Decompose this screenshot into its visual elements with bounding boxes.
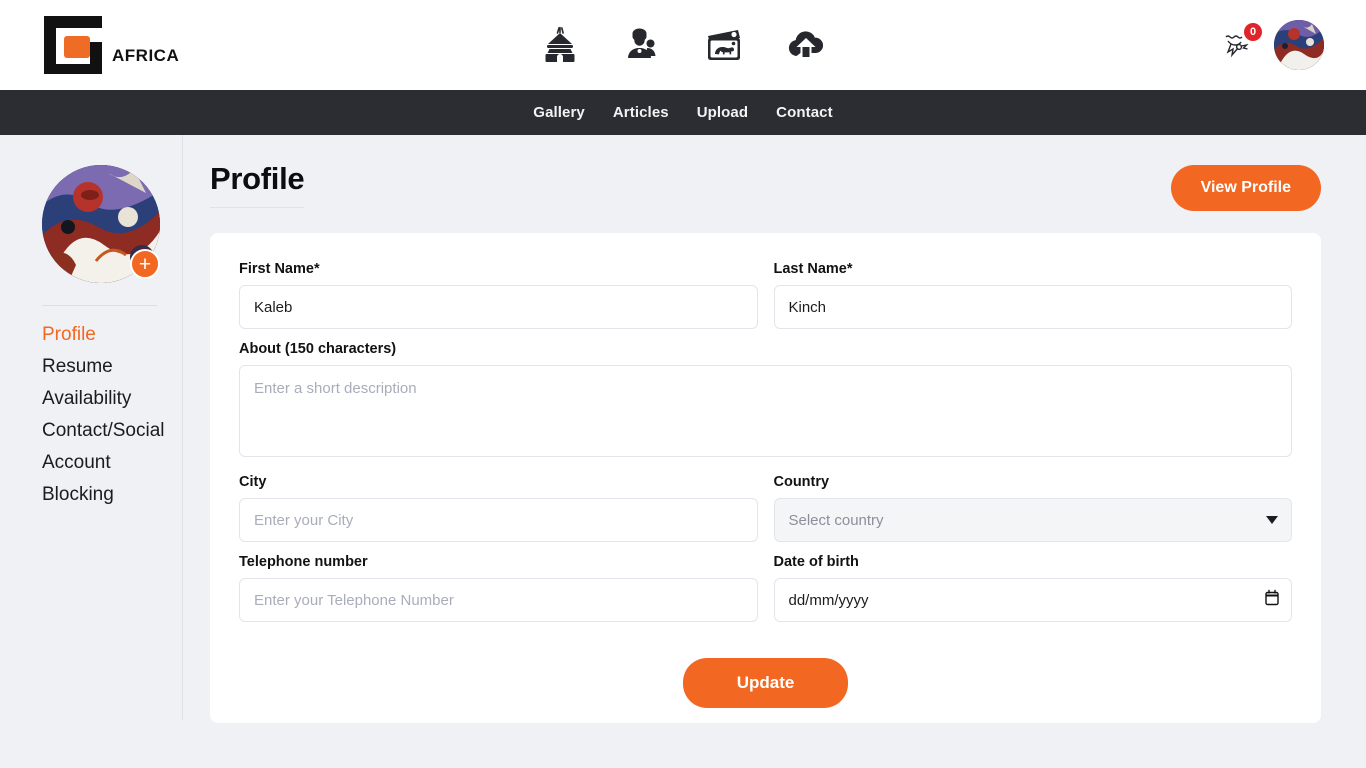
- city-field: City: [239, 474, 758, 542]
- sidebar-item-account[interactable]: Account: [42, 452, 182, 474]
- location-row: City Country Select country: [239, 474, 1292, 554]
- sidebar-item-contact-social[interactable]: Contact/Social: [42, 420, 182, 442]
- community-icon[interactable]: [619, 22, 665, 68]
- navbar-item-gallery[interactable]: Gallery: [533, 104, 585, 121]
- country-label: Country: [773, 474, 830, 490]
- dob-input[interactable]: dd/mm/yyyy: [773, 578, 1292, 622]
- submit-row: Update: [239, 658, 1292, 708]
- logo-mark-icon: [42, 14, 110, 76]
- profile-avatar[interactable]: +: [42, 165, 160, 283]
- contact-row: Telephone number Date of birth dd/mm/yyy…: [239, 554, 1292, 634]
- gallery-photo-icon[interactable]: [701, 22, 747, 68]
- header-avatar[interactable]: [1274, 20, 1324, 70]
- header-icon-group: [0, 22, 1366, 68]
- page-body: + Profile Resume Availability Contact/So…: [0, 135, 1366, 768]
- dob-input-wrapper: dd/mm/yyyy: [773, 578, 1292, 622]
- notification-icon[interactable]: 0: [1222, 23, 1262, 62]
- city-input[interactable]: [239, 498, 758, 542]
- sidebar-item-profile[interactable]: Profile: [42, 324, 182, 346]
- view-profile-button[interactable]: View Profile: [1170, 165, 1321, 211]
- first-name-field: First Name*: [239, 261, 758, 329]
- about-label: About (150 characters): [239, 341, 397, 357]
- first-name-label: First Name*: [239, 261, 320, 277]
- navbar-item-upload[interactable]: Upload: [697, 104, 748, 121]
- sidebar-divider: [42, 305, 157, 306]
- calendar-icon[interactable]: [1265, 589, 1279, 611]
- sidebar-item-resume[interactable]: Resume: [42, 356, 182, 378]
- update-button[interactable]: Update: [682, 658, 849, 708]
- last-name-field: Last Name*: [773, 261, 1292, 329]
- brand-name: AFRICA: [112, 46, 180, 65]
- last-name-input[interactable]: [773, 285, 1292, 329]
- sidebar-item-blocking[interactable]: Blocking: [42, 484, 182, 506]
- about-textarea[interactable]: [239, 365, 1292, 457]
- dob-label: Date of birth: [773, 554, 859, 570]
- add-photo-badge-icon[interactable]: +: [130, 249, 160, 279]
- navbar-item-articles[interactable]: Articles: [613, 104, 669, 121]
- cloud-upload-icon[interactable]: [783, 22, 829, 68]
- brand-logo[interactable]: AFRICA: [42, 14, 179, 76]
- profile-form-card: First Name* Last Name* About (150 charac…: [210, 233, 1321, 723]
- telephone-input[interactable]: [239, 578, 758, 622]
- telephone-label: Telephone number: [239, 554, 368, 570]
- last-name-label: Last Name*: [773, 261, 853, 277]
- name-row: First Name* Last Name*: [239, 261, 1292, 341]
- country-field: Country Select country: [773, 474, 1292, 542]
- profile-sidebar: + Profile Resume Availability Contact/So…: [0, 135, 183, 720]
- about-field: About (150 characters): [239, 341, 1292, 462]
- city-label: City: [239, 474, 267, 490]
- main-navbar: Gallery Articles Upload Contact: [0, 90, 1366, 135]
- telephone-field: Telephone number: [239, 554, 758, 622]
- page-title: Profile: [210, 161, 305, 208]
- content-header: Profile View Profile: [210, 161, 1321, 211]
- top-header: AFRICA 0: [0, 0, 1366, 90]
- sidebar-item-availability[interactable]: Availability: [42, 388, 182, 410]
- notification-badge: 0: [1244, 23, 1262, 41]
- header-right-group: 0: [1222, 0, 1324, 90]
- first-name-input[interactable]: [239, 285, 758, 329]
- profile-content: Profile View Profile First Name* Last Na…: [183, 135, 1366, 768]
- country-select[interactable]: Select country: [773, 498, 1292, 542]
- sidebar-menu: Profile Resume Availability Contact/Soci…: [42, 324, 182, 506]
- hut-icon[interactable]: [537, 22, 583, 68]
- dob-field: Date of birth dd/mm/yyyy: [773, 554, 1292, 622]
- navbar-item-contact[interactable]: Contact: [776, 104, 833, 121]
- dob-value: dd/mm/yyyy: [788, 591, 869, 609]
- country-select-wrapper: Select country: [773, 498, 1292, 542]
